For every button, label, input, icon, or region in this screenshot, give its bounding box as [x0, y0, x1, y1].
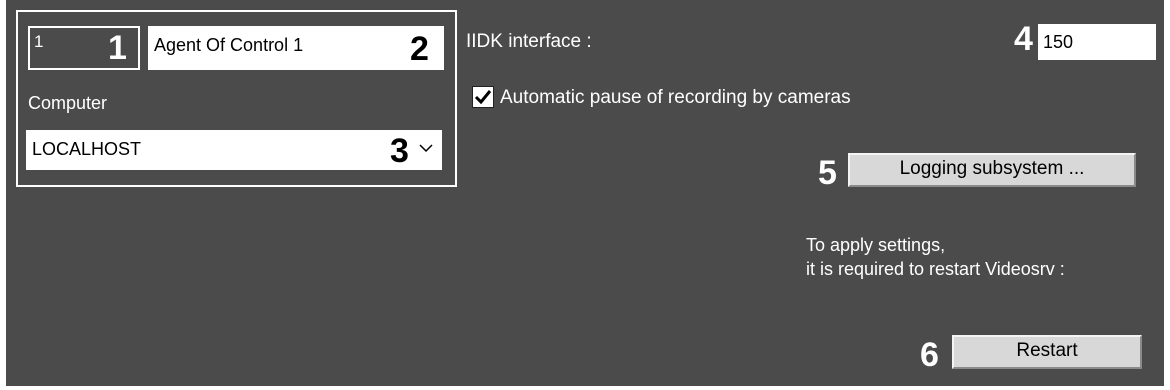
restart-button[interactable]: Restart	[952, 335, 1142, 369]
object-name-value: Agent Of Control 1	[154, 35, 304, 55]
chevron-down-icon[interactable]	[416, 138, 436, 158]
auto-pause-label: Automatic pause of recording by cameras	[500, 87, 851, 108]
object-name-input[interactable]: Agent Of Control 1	[148, 26, 444, 70]
computer-value: LOCALHOST	[32, 139, 142, 159]
iidk-label: IIDK interface :	[466, 31, 592, 52]
computer-label: Computer	[28, 93, 108, 113]
iidk-port-input[interactable]: 150	[1038, 24, 1156, 60]
settings-panel: 1 1 Agent Of Control 1 2 Computer LOCALH…	[6, 0, 1164, 386]
restart-note-line2: it is required to restart Videosrv :	[806, 259, 1065, 279]
callout-1: 1	[108, 29, 127, 67]
object-id-field[interactable]: 1 1	[28, 26, 140, 70]
callout-3: 3	[390, 132, 409, 170]
checkmark-icon	[474, 90, 492, 105]
logging-subsystem-button[interactable]: Logging subsystem ...	[848, 153, 1136, 187]
restart-note-line1: To apply settings,	[806, 235, 946, 255]
object-id-value: 1	[34, 32, 44, 51]
logging-subsystem-label: Logging subsystem ...	[899, 158, 1085, 179]
callout-5: 5	[818, 154, 837, 192]
callout-4: 4	[1014, 20, 1033, 58]
callout-6: 6	[920, 336, 939, 374]
computer-select[interactable]: LOCALHOST	[26, 130, 442, 170]
callout-2: 2	[410, 30, 429, 68]
restart-label: Restart	[1016, 340, 1078, 361]
auto-pause-checkbox[interactable]	[472, 86, 494, 108]
iidk-port-value: 150	[1043, 32, 1074, 52]
